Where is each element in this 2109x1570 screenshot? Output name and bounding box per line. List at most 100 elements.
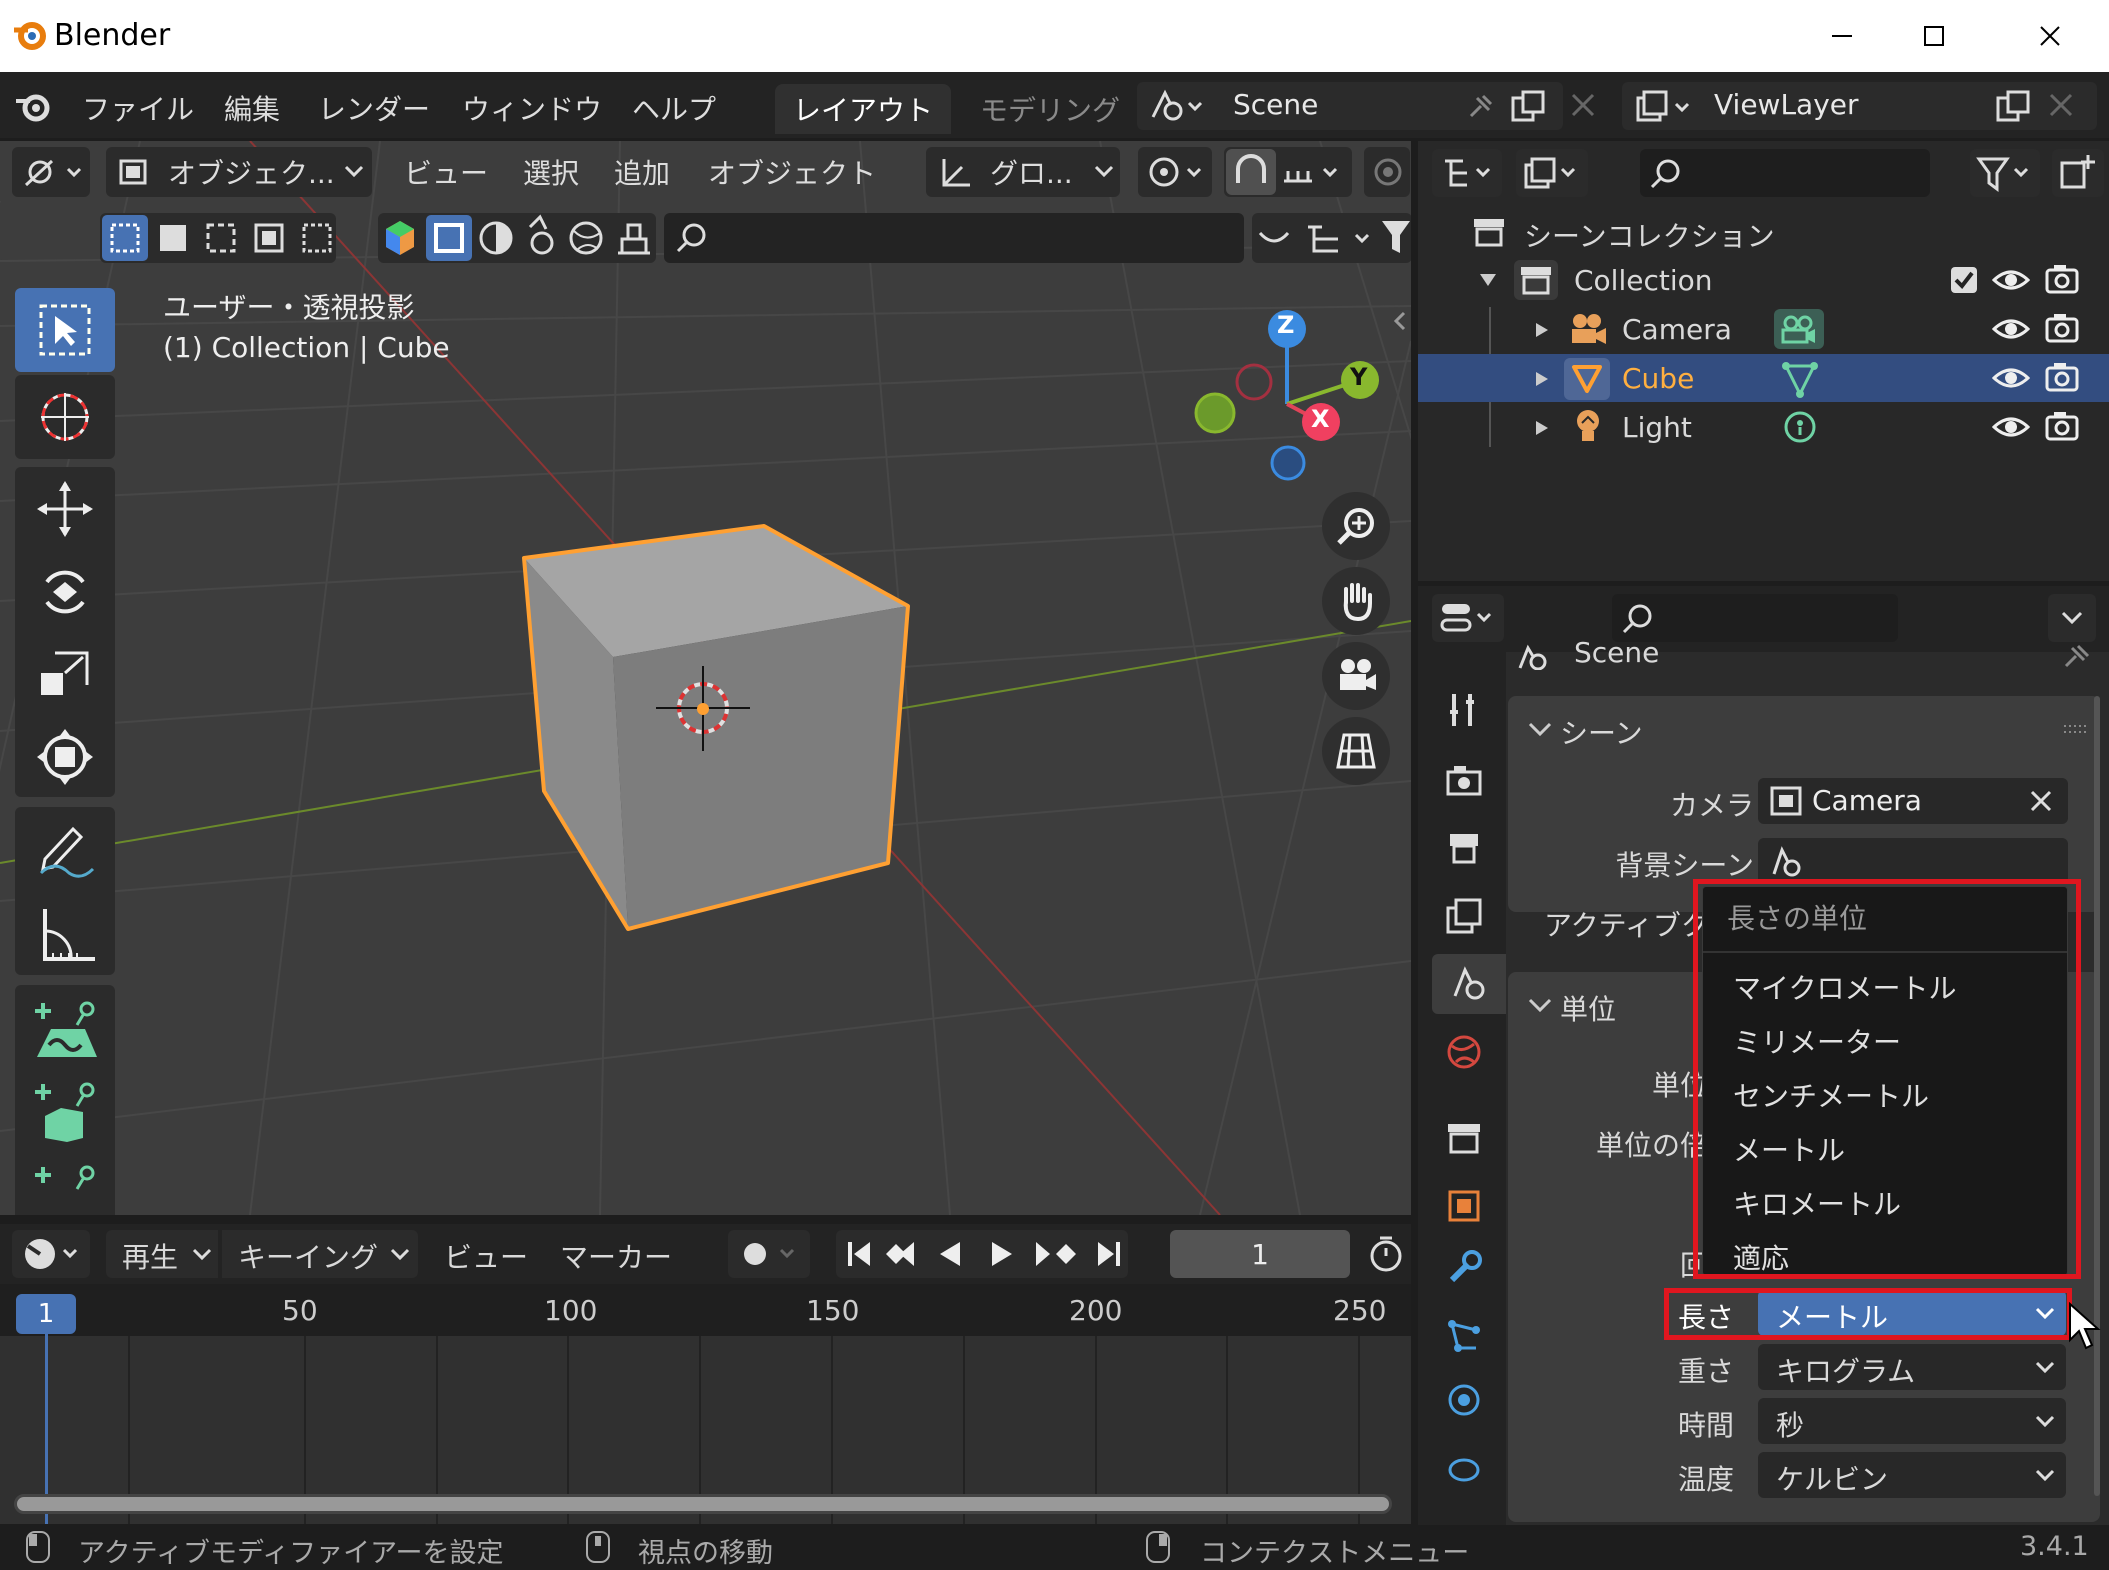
render-camera-icon[interactable] <box>2044 360 2080 394</box>
outliner-search-input[interactable] <box>1640 149 1930 197</box>
tab-collection[interactable] <box>1432 1108 1496 1168</box>
ortho-toggle-button[interactable] <box>1322 717 1390 785</box>
units-panel-title[interactable]: 単位 <box>1560 988 1616 1028</box>
sidebar-toggle-icon[interactable] <box>1390 309 1410 333</box>
menu-timeline-view[interactable]: ビュー <box>444 1236 528 1276</box>
clear-field-icon[interactable] <box>2028 788 2054 814</box>
drag-handle-icon[interactable] <box>2062 722 2090 738</box>
add-mesh-icon[interactable] <box>31 1080 101 1142</box>
render-camera-icon[interactable] <box>2044 311 2080 345</box>
pivot-point-button[interactable] <box>1138 147 1212 197</box>
outliner-row-light[interactable]: Light <box>1418 403 2109 451</box>
transform-orientation-selector[interactable]: グロ... <box>926 147 1120 197</box>
minimize-button[interactable] <box>1820 14 1864 58</box>
properties-search-input[interactable] <box>1612 594 1898 642</box>
new-viewlayer-icon[interactable] <box>1994 88 2032 124</box>
scene-panel-title[interactable]: シーン <box>1560 712 1643 752</box>
add-object-icon[interactable] <box>31 1163 101 1213</box>
expand-right-icon[interactable] <box>1534 370 1550 388</box>
scene-selector[interactable]: Scene <box>1137 82 1563 130</box>
properties-scrollbar[interactable] <box>2094 696 2100 1496</box>
expand-right-icon[interactable] <box>1534 419 1550 437</box>
outliner-row-cube[interactable]: Cube <box>1418 354 2109 402</box>
measure-ruler-icon[interactable] <box>35 905 99 965</box>
delete-viewlayer-icon[interactable] <box>2046 90 2076 120</box>
maximize-button[interactable] <box>1912 14 1956 58</box>
menu-render[interactable]: レンダー <box>318 88 430 128</box>
filter-type-buttons[interactable] <box>378 213 656 263</box>
exclude-checkbox-icon[interactable] <box>1948 264 1980 296</box>
menu-view[interactable]: ビュー <box>404 147 488 197</box>
tab-scene[interactable] <box>1432 954 1506 1014</box>
time-unit-select[interactable]: 秒 <box>1758 1398 2066 1444</box>
mesh-data-icon[interactable] <box>1780 360 1820 398</box>
playback-controls[interactable] <box>836 1230 1128 1278</box>
render-camera-icon[interactable] <box>2044 262 2080 296</box>
eye-icon[interactable] <box>1992 362 2030 394</box>
light-data-icon[interactable] <box>1782 409 1818 447</box>
outliner-editor-type-button[interactable] <box>1432 149 1502 197</box>
outliner-row-scene-collection[interactable]: シーンコレクション <box>1418 207 2109 255</box>
menu-select[interactable]: 選択 <box>523 147 579 197</box>
menu-file[interactable]: ファイル <box>82 88 194 128</box>
temperature-unit-select[interactable]: ケルビン <box>1758 1452 2066 1498</box>
camera-data-icon[interactable] <box>1774 309 1824 349</box>
tab-modifiers[interactable] <box>1432 1238 1496 1298</box>
current-frame-field[interactable]: 1 <box>1170 1230 1350 1278</box>
menu-object[interactable]: オブジェクト <box>708 147 876 197</box>
pin-icon[interactable] <box>2062 642 2094 670</box>
panel-collapse-icon[interactable] <box>1526 720 1554 740</box>
select-mode-buttons[interactable] <box>100 213 336 263</box>
frame-ruler[interactable] <box>0 1284 1411 1336</box>
camera-field[interactable]: Camera <box>1758 778 2068 824</box>
menu-edit[interactable]: 編集 <box>224 88 280 128</box>
expand-down-icon[interactable] <box>1478 272 1498 288</box>
tab-world[interactable] <box>1432 1022 1496 1082</box>
menu-keying[interactable]: キーイング <box>222 1230 418 1278</box>
stopwatch-icon[interactable] <box>1366 1234 1406 1274</box>
render-camera-icon[interactable] <box>2044 409 2080 443</box>
eye-icon[interactable] <box>1992 411 2030 443</box>
proportional-edit-button[interactable] <box>1364 147 1410 197</box>
new-scene-icon[interactable] <box>1509 88 1547 124</box>
transform-icon[interactable] <box>35 727 95 787</box>
pan-button[interactable] <box>1322 567 1390 635</box>
background-scene-field[interactable] <box>1758 838 2068 884</box>
menu-marker[interactable]: マーカー <box>560 1236 672 1276</box>
timeline-scrollbar[interactable] <box>14 1494 1392 1514</box>
snap-toggle[interactable] <box>1224 147 1352 197</box>
scale-icon[interactable] <box>35 645 95 705</box>
annotate-pencil-icon[interactable] <box>35 819 99 879</box>
display-mode-button[interactable] <box>1516 149 1588 197</box>
outliner-row-collection[interactable]: Collection <box>1418 256 2109 304</box>
auto-keying-button[interactable] <box>728 1230 810 1278</box>
menu-add[interactable]: 追加 <box>614 147 670 197</box>
pin-icon[interactable] <box>1463 90 1497 124</box>
properties-editor-type-button[interactable] <box>1432 594 1504 642</box>
timeline-editor-type-button[interactable] <box>12 1230 90 1278</box>
zoom-button[interactable] <box>1322 492 1390 560</box>
tab-physics[interactable] <box>1432 1370 1496 1430</box>
menu-window[interactable]: ウィンドウ <box>462 88 602 128</box>
move-icon[interactable] <box>35 479 95 539</box>
view-options-buttons[interactable] <box>1252 213 1411 263</box>
viewlayer-selector[interactable]: ViewLayer <box>1622 82 2097 130</box>
mode-selector[interactable]: オブジェク... <box>106 147 372 197</box>
outliner-row-camera[interactable]: Camera <box>1418 305 2109 353</box>
expand-right-icon[interactable] <box>1534 321 1550 339</box>
tab-modeling[interactable]: モデリング <box>970 84 1130 134</box>
tab-view-layer[interactable] <box>1432 886 1496 946</box>
new-collection-button[interactable] <box>2052 149 2104 197</box>
tab-particles[interactable] <box>1432 1306 1496 1366</box>
viewport-search-input[interactable] <box>664 213 1244 263</box>
mass-unit-select[interactable]: キログラム <box>1758 1344 2066 1390</box>
tab-render[interactable] <box>1432 750 1496 810</box>
eye-icon[interactable] <box>1992 264 2030 296</box>
playhead-frame-badge[interactable]: 1 <box>16 1294 76 1334</box>
camera-view-button[interactable] <box>1322 642 1390 710</box>
blender-menu-icon[interactable] <box>14 88 54 124</box>
menu-playback[interactable]: 再生 <box>106 1230 218 1278</box>
tab-output[interactable] <box>1432 818 1496 878</box>
delete-scene-icon[interactable] <box>1568 90 1598 120</box>
outliner-filter-button[interactable] <box>1970 149 2040 197</box>
